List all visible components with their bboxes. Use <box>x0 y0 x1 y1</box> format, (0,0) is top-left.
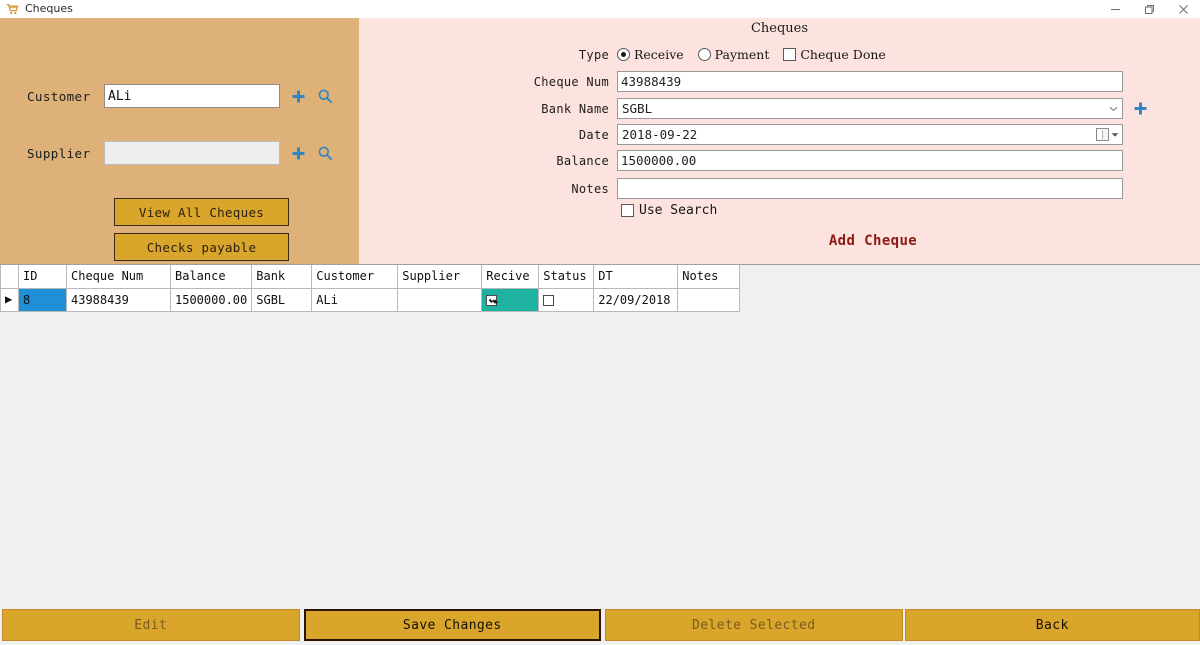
edit-button[interactable]: Edit <box>2 609 300 641</box>
type-label: Type <box>359 48 617 62</box>
type-row: Type Receive Payment Cheque Done <box>359 47 900 62</box>
supplier-row: Supplier <box>0 141 334 165</box>
cheque-num-label: Cheque Num <box>359 75 617 89</box>
column-header-customer[interactable]: Customer <box>312 265 398 288</box>
status-checkbox[interactable] <box>543 295 554 306</box>
view-all-cheques-button[interactable]: View All Cheques <box>114 198 289 226</box>
row-header-corner <box>1 265 19 288</box>
column-header-bank[interactable]: Bank <box>252 265 312 288</box>
bank-add-plus-icon[interactable] <box>1131 100 1149 118</box>
column-header-id[interactable]: ID <box>19 265 67 288</box>
cell-status[interactable] <box>539 288 594 311</box>
table-row[interactable]: ▶ 8 43988439 1500000.00 SGBL ALi 22/09/2… <box>1 288 740 311</box>
cell-id[interactable]: 8 <box>19 288 67 311</box>
checkbox-use-search-mark <box>621 204 634 217</box>
recive-checkbox[interactable] <box>486 295 497 306</box>
back-button[interactable]: Back <box>905 609 1200 641</box>
bank-name-value: SGBL <box>618 101 1105 116</box>
cart-icon <box>5 2 19 16</box>
customer-search-icon[interactable] <box>316 87 334 105</box>
restore-icon[interactable] <box>1132 0 1166 18</box>
balance-label: Balance <box>359 154 617 168</box>
date-picker[interactable]: 2018-09-22 <box>617 124 1123 145</box>
supplier-add-plus-icon[interactable] <box>289 144 307 162</box>
radio-receive[interactable]: Receive <box>617 47 684 62</box>
bank-name-row: Bank Name SGBL <box>359 98 1149 119</box>
notes-row: Notes <box>359 178 1123 199</box>
cell-recive[interactable] <box>482 288 539 311</box>
column-header-dt[interactable]: DT <box>594 265 678 288</box>
radio-payment-mark <box>698 48 711 61</box>
customer-input[interactable] <box>104 84 280 108</box>
date-value: 2018-09-22 <box>618 127 1096 142</box>
cell-balance[interactable]: 1500000.00 <box>171 288 252 311</box>
cell-supplier[interactable] <box>398 288 482 311</box>
date-row: Date 2018-09-22 <box>359 124 1123 145</box>
radio-receive-mark <box>617 48 630 61</box>
customer-add-plus-icon[interactable] <box>289 87 307 105</box>
window-titlebar: Cheques <box>0 0 1200 19</box>
balance-row: Balance <box>359 150 1123 171</box>
left-panel: Customer Supplier <box>0 18 359 264</box>
column-header-status[interactable]: Status <box>539 265 594 288</box>
radio-receive-label: Receive <box>634 47 684 62</box>
cheques-window: Cheques Customer <box>0 0 1200 645</box>
cheques-table: ID Cheque Num Balance Bank Customer Supp… <box>0 265 740 312</box>
row-selector-indicator[interactable]: ▶ <box>1 288 19 311</box>
cell-cheque-num[interactable]: 43988439 <box>67 288 171 311</box>
chevron-down-icon[interactable] <box>1105 106 1122 112</box>
date-label: Date <box>359 128 617 142</box>
checks-payable-button[interactable]: Checks payable <box>114 233 289 261</box>
cheques-grid-area: ID Cheque Num Balance Bank Customer Supp… <box>0 264 1200 606</box>
notes-input[interactable] <box>617 178 1123 199</box>
cell-bank[interactable]: SGBL <box>252 288 312 311</box>
radio-payment-label: Payment <box>715 47 770 62</box>
cell-notes[interactable] <box>678 288 740 311</box>
cell-dt[interactable]: 22/09/2018 <box>594 288 678 311</box>
right-panel: Cheques Type Receive Payment Cheque Done <box>359 18 1200 264</box>
delete-selected-button[interactable]: Delete Selected <box>605 609 903 641</box>
add-cheque-button[interactable]: Add Cheque <box>359 233 1200 249</box>
checkbox-cheque-done-mark <box>783 48 796 61</box>
page-title: Cheques <box>359 21 1200 36</box>
cheque-num-input[interactable] <box>617 71 1123 92</box>
column-header-cheque-num[interactable]: Cheque Num <box>67 265 171 288</box>
supplier-input[interactable] <box>104 141 280 165</box>
close-icon[interactable] <box>1166 0 1200 18</box>
column-header-balance[interactable]: Balance <box>171 265 252 288</box>
column-header-recive[interactable]: Recive <box>482 265 539 288</box>
type-radio-group: Receive Payment Cheque Done <box>617 47 900 62</box>
save-changes-button[interactable]: Save Changes <box>304 609 602 641</box>
supplier-search-icon[interactable] <box>316 144 334 162</box>
bank-name-label: Bank Name <box>359 102 617 116</box>
column-header-supplier[interactable]: Supplier <box>398 265 482 288</box>
cell-customer[interactable]: ALi <box>312 288 398 311</box>
chevron-down-icon[interactable] <box>1111 132 1119 138</box>
checkbox-use-search[interactable]: Use Search <box>621 203 717 218</box>
customer-row: Customer <box>0 84 334 108</box>
supplier-label: Supplier <box>0 146 104 161</box>
notes-label: Notes <box>359 182 617 196</box>
bottom-action-bar: Edit Save Changes Delete Selected Back <box>0 605 1200 645</box>
checkbox-use-search-label: Use Search <box>639 203 717 218</box>
date-picker-buttons[interactable] <box>1096 128 1122 141</box>
window-title: Cheques <box>25 0 73 18</box>
checkbox-cheque-done-label: Cheque Done <box>800 47 885 62</box>
radio-payment[interactable]: Payment <box>698 47 770 62</box>
bank-name-combobox[interactable]: SGBL <box>617 98 1123 119</box>
window-controls <box>1098 0 1200 18</box>
cheque-num-row: Cheque Num <box>359 71 1123 92</box>
calendar-icon[interactable] <box>1096 128 1109 141</box>
balance-input[interactable] <box>617 150 1123 171</box>
column-header-notes[interactable]: Notes <box>678 265 740 288</box>
checkbox-cheque-done[interactable]: Cheque Done <box>783 47 885 62</box>
customer-label: Customer <box>0 89 104 104</box>
table-header-row: ID Cheque Num Balance Bank Customer Supp… <box>1 265 740 288</box>
minimize-icon[interactable] <box>1098 0 1132 18</box>
